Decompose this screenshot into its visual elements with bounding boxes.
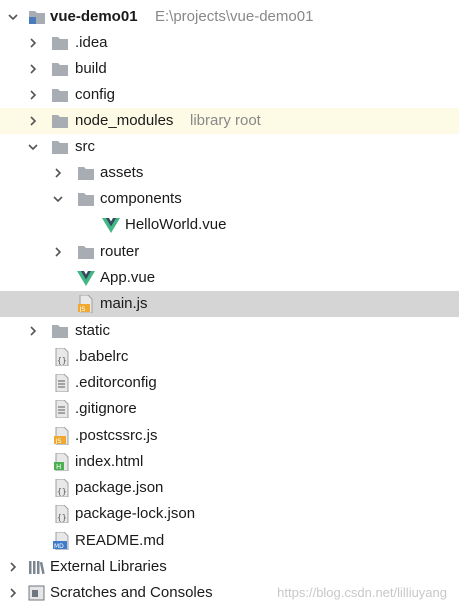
chevron-down-icon[interactable]	[51, 192, 65, 206]
tree-label: package-lock.json	[75, 505, 196, 522]
chevron-down-icon[interactable]	[26, 140, 40, 154]
vue-file-icon	[102, 216, 120, 234]
tree-label: package.json	[75, 479, 164, 496]
chevron-right-icon[interactable]	[26, 88, 40, 102]
tree-row-src[interactable]: src	[0, 134, 459, 160]
chevron-right-icon[interactable]	[26, 324, 40, 338]
tree-row-package-lock-json[interactable]: {} package-lock.json	[0, 501, 459, 527]
svg-text:{}: {}	[57, 356, 67, 365]
chevron-down-icon[interactable]	[6, 10, 20, 24]
libraries-icon	[28, 558, 46, 576]
folder-icon	[51, 86, 69, 104]
tree-row-config[interactable]: config	[0, 82, 459, 108]
tree-row-postcssrc[interactable]: JS .postcssrc.js	[0, 423, 459, 449]
markdown-file-icon: MD	[53, 532, 71, 550]
chevron-right-icon[interactable]	[6, 586, 20, 600]
tree-label: .gitignore	[75, 400, 137, 417]
svg-text:MD: MD	[54, 543, 64, 550]
tree-row-package-json[interactable]: {} package.json	[0, 475, 459, 501]
folder-icon	[51, 112, 69, 130]
tree-label: build	[75, 60, 107, 77]
js-file-icon: JS	[53, 427, 71, 445]
tree-label: .postcssrc.js	[75, 427, 158, 444]
svg-text:{}: {}	[57, 513, 67, 522]
tree-label: .babelrc	[75, 348, 129, 365]
tree-row-main-js[interactable]: JS main.js	[0, 291, 459, 317]
tree-label: router	[100, 243, 140, 260]
tree-row-components[interactable]: components	[0, 186, 459, 212]
folder-icon	[77, 164, 95, 182]
tree-row-build[interactable]: build	[0, 56, 459, 82]
chevron-right-icon[interactable]	[6, 560, 20, 574]
svg-text:{}: {}	[57, 487, 67, 496]
svg-text:H: H	[56, 463, 61, 471]
tree-label: .idea	[75, 34, 108, 51]
tree-label: assets	[100, 164, 144, 181]
tree-label: Scratches and Consoles	[50, 584, 213, 601]
library-root-hint: library root	[190, 112, 261, 129]
tree-label: src	[75, 138, 95, 155]
chevron-right-icon[interactable]	[26, 62, 40, 76]
json-file-icon: {}	[53, 348, 71, 366]
tree-row-static[interactable]: static	[0, 318, 459, 344]
tree-row-readme[interactable]: MD README.md	[0, 528, 459, 554]
folder-icon	[51, 322, 69, 340]
folder-icon	[51, 60, 69, 78]
folder-icon	[77, 190, 95, 208]
tree-row-gitignore[interactable]: .gitignore	[0, 396, 459, 422]
tree-row-node-modules[interactable]: node_modules library root	[0, 108, 459, 134]
folder-icon	[77, 243, 95, 261]
html-file-icon: H	[53, 453, 71, 471]
scratches-icon	[28, 584, 46, 602]
tree-row-project-root[interactable]: vue-demo01 E:\projects\vue-demo01	[0, 4, 459, 30]
tree-label: App.vue	[100, 269, 156, 286]
tree-row-helloworld-vue[interactable]: HelloWorld.vue	[0, 212, 459, 238]
tree-label: node_modules	[75, 112, 174, 129]
chevron-right-icon[interactable]	[51, 245, 65, 259]
tree-label: .editorconfig	[75, 374, 157, 391]
tree-row-index-html[interactable]: H index.html	[0, 449, 459, 475]
folder-icon	[51, 34, 69, 52]
json-file-icon: {}	[53, 479, 71, 497]
json-file-icon: {}	[53, 505, 71, 523]
chevron-right-icon[interactable]	[51, 166, 65, 180]
svg-text:JS: JS	[55, 437, 62, 445]
tree-row-external-libraries[interactable]: External Libraries	[0, 554, 459, 580]
tree-label: static	[75, 322, 111, 339]
project-path: E:\projects\vue-demo01	[155, 8, 314, 25]
tree-label: HelloWorld.vue	[125, 216, 227, 233]
tree-label: config	[75, 86, 116, 103]
folder-icon	[51, 138, 69, 156]
tree-label: index.html	[75, 453, 144, 470]
tree-row-assets[interactable]: assets	[0, 160, 459, 186]
js-file-icon: JS	[77, 295, 95, 313]
tree-label: components	[100, 190, 182, 207]
tree-row-idea[interactable]: .idea	[0, 30, 459, 56]
vue-file-icon	[77, 269, 95, 287]
text-file-icon	[53, 374, 71, 392]
tree-label: README.md	[75, 532, 165, 549]
svg-text:JS: JS	[79, 305, 86, 313]
tree-row-app-vue[interactable]: App.vue	[0, 265, 459, 291]
chevron-right-icon[interactable]	[26, 114, 40, 128]
text-file-icon	[53, 400, 71, 418]
project-folder-icon	[28, 8, 46, 26]
tree-row-editorconfig[interactable]: .editorconfig	[0, 370, 459, 396]
chevron-right-icon[interactable]	[26, 36, 40, 50]
tree-row-router[interactable]: router	[0, 239, 459, 265]
project-name: vue-demo01	[50, 8, 138, 25]
watermark: https://blog.csdn.net/lilliuyang	[277, 585, 447, 600]
tree-label: External Libraries	[50, 558, 167, 575]
tree-row-babelrc[interactable]: {} .babelrc	[0, 344, 459, 370]
tree-label: main.js	[100, 295, 148, 312]
